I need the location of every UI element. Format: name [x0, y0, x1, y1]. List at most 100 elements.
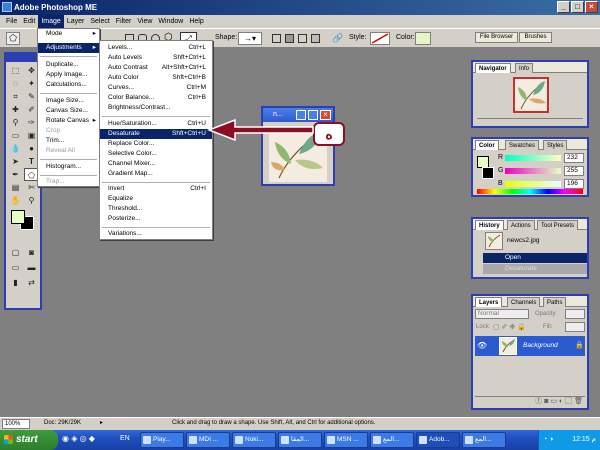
menu-item-duplicate[interactable]: Duplicate... — [38, 60, 99, 70]
trash-icon[interactable]: 🗑 — [574, 398, 583, 405]
menu-item-rotate-canvas[interactable]: Rotate Canvas ▸ — [38, 116, 99, 126]
menu-edit[interactable]: Edit — [20, 15, 38, 28]
tab-file-browser[interactable]: File Browser — [475, 32, 518, 43]
hand-tool-icon[interactable]: ✋ — [8, 194, 23, 207]
menu-layer[interactable]: Layer — [64, 15, 88, 28]
clock[interactable]: 12:15 م — [572, 436, 596, 443]
start-button[interactable]: start — [0, 430, 58, 450]
healing-brush-icon[interactable]: ✚ — [8, 103, 23, 116]
screen-mode-3-icon[interactable]: ▮ — [8, 276, 23, 289]
foreground-color-swatch[interactable] — [11, 210, 25, 224]
taskbar-item-5[interactable]: MSN ... — [324, 432, 368, 448]
link-icon[interactable]: 🔗 — [332, 33, 343, 44]
navigator-zoom-slider[interactable] — [477, 118, 583, 124]
tab-actions[interactable]: Actions — [507, 220, 535, 230]
tab-navigator[interactable]: Navigator — [475, 63, 511, 73]
menu-item-gradient-map[interactable]: Gradient Map... — [100, 169, 212, 179]
tab-history[interactable]: History — [475, 220, 504, 230]
eye-icon[interactable]: 👁 — [477, 341, 487, 350]
channel-r-value[interactable]: 232 — [564, 153, 584, 163]
menu-file[interactable]: File — [3, 15, 20, 28]
notes-tool-icon[interactable]: ▤ — [8, 181, 23, 194]
menu-item-apply-image[interactable]: Apply Image... — [38, 70, 99, 80]
menu-item-brightness-contrast[interactable]: Brightness/Contrast... — [100, 103, 212, 113]
style-picker[interactable] — [370, 32, 390, 45]
quickmask-mode-icon[interactable]: ◙ — [24, 246, 39, 259]
color-bg-swatch[interactable] — [482, 167, 494, 179]
layer-mask-icon[interactable]: ◙ — [544, 398, 548, 405]
taskbar-item-1[interactable]: Play... — [140, 432, 184, 448]
channel-b-value[interactable]: 196 — [564, 179, 584, 189]
channel-b-slider[interactable] — [505, 181, 561, 187]
menu-item-canvas-size[interactable]: Canvas Size... — [38, 106, 99, 116]
blur-tool-icon[interactable]: 💧 — [8, 142, 23, 155]
navigator-preview[interactable] — [513, 77, 549, 113]
tab-paths[interactable]: Paths — [543, 297, 567, 307]
adjustment-layer-icon[interactable]: ◐ — [559, 398, 563, 405]
taskbar-item-6[interactable]: المع... — [370, 432, 414, 448]
layer-row-background[interactable]: 👁 Background 🔒 — [475, 336, 585, 356]
fill-input[interactable] — [565, 322, 585, 332]
opacity-input[interactable] — [565, 309, 585, 319]
document-close-button[interactable]: × — [320, 110, 331, 120]
color-swatch[interactable] — [415, 32, 431, 45]
taskbar-item-2[interactable]: MDI ... — [186, 432, 230, 448]
minimize-button[interactable]: _ — [557, 1, 570, 13]
tray-icons[interactable]: ◔ ◑ — [543, 430, 553, 450]
history-state-open[interactable]: Open — [483, 253, 587, 263]
shape-picker[interactable]: →▾ — [238, 32, 262, 45]
menu-item-posterize[interactable]: Posterize... — [100, 214, 212, 224]
color-ramp[interactable] — [477, 189, 583, 194]
menu-item-mode[interactable]: Mode ▸ — [38, 29, 99, 39]
clone-stamp-icon[interactable]: ⚲ — [8, 116, 23, 129]
menu-item-channel-mixer[interactable]: Channel Mixer... — [100, 159, 212, 169]
language-indicator[interactable]: EN — [120, 435, 130, 442]
tab-swatches[interactable]: Swatches — [505, 140, 540, 150]
lasso-tool-icon[interactable]: ◌ — [8, 77, 23, 90]
menu-item-replace-color[interactable]: Replace Color... — [100, 139, 212, 149]
menu-item-auto-contrast[interactable]: Auto Contrast Alt+Shft+Ctrl+L — [100, 63, 212, 73]
tab-color[interactable]: Color — [475, 140, 499, 150]
shape-tool-preset-icon[interactable]: ⬠ — [6, 32, 20, 45]
zoom-level[interactable]: 100% — [2, 419, 30, 429]
jump-to-imageready-icon[interactable]: ⇄ — [24, 276, 39, 289]
menu-item-calculations[interactable]: Calculations... — [38, 80, 99, 90]
menu-item-trim[interactable]: Trim... — [38, 136, 99, 146]
menu-window[interactable]: Window — [155, 15, 186, 28]
pen-tool-icon[interactable]: ✒ — [8, 168, 23, 181]
layer-style-icon[interactable]: ⓕ — [535, 398, 542, 405]
menu-item-variations[interactable]: Variations... — [100, 229, 212, 239]
intersect-icon[interactable] — [298, 34, 307, 43]
menu-image[interactable]: Image — [38, 15, 64, 28]
zoom-tool-icon[interactable]: ⚲ — [24, 194, 39, 207]
menu-item-desaturate[interactable]: Desaturate Shft+Ctrl+U — [100, 129, 212, 139]
subtract-icon[interactable] — [285, 34, 294, 43]
menu-item-levels[interactable]: Levels... Ctrl+L — [100, 43, 212, 53]
blend-mode-select[interactable]: Normal — [475, 309, 529, 319]
channel-r-slider[interactable] — [505, 155, 561, 161]
history-state-desaturate[interactable]: Desaturate — [483, 264, 587, 274]
taskbar-item-3[interactable]: Noki... — [232, 432, 276, 448]
tab-channels[interactable]: Channels — [507, 297, 541, 307]
menu-item-color-balance[interactable]: Color Balance... Ctrl+B — [100, 93, 212, 103]
new-layer-icon[interactable]: ▢ — [565, 398, 572, 405]
path-selection-icon[interactable]: ➤ — [8, 155, 23, 168]
status-arrow-icon[interactable]: ▸ — [100, 418, 103, 429]
menu-item-hue-saturation[interactable]: Hue/Saturation... Ctrl+U — [100, 119, 212, 129]
menu-item-threshold[interactable]: Threshold... — [100, 204, 212, 214]
menu-filter[interactable]: Filter — [113, 15, 135, 28]
marquee-tool-icon[interactable]: ⬚ — [8, 64, 23, 77]
standard-mode-icon[interactable]: ▢ — [8, 246, 23, 259]
crop-tool-icon[interactable]: ⌗ — [8, 90, 23, 103]
history-snapshot[interactable]: newcs2.jpg — [485, 232, 585, 250]
menu-item-curves[interactable]: Curves... Ctrl+M — [100, 83, 212, 93]
channel-g-value[interactable]: 255 — [564, 166, 584, 176]
tab-tool-presets[interactable]: Tool Presets — [537, 220, 579, 230]
tab-info[interactable]: Info — [515, 63, 534, 73]
screen-mode-2-icon[interactable]: ▬ — [24, 261, 39, 274]
maximize-button[interactable]: □ — [571, 1, 584, 13]
tab-styles[interactable]: Styles — [543, 140, 568, 150]
combine-icon[interactable] — [272, 34, 281, 43]
menu-item-auto-levels[interactable]: Auto Levels Shft+Ctrl+L — [100, 53, 212, 63]
quicklaunch-icons[interactable]: ◉ ◈ ◎ ◆ — [62, 434, 95, 443]
